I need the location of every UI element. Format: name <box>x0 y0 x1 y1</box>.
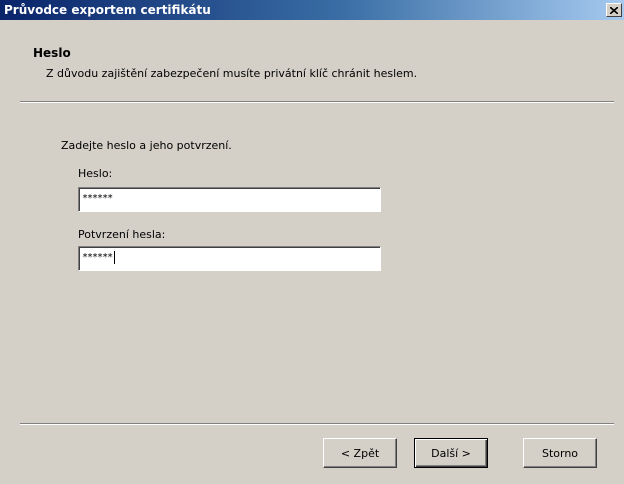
header-divider <box>20 101 614 103</box>
next-button[interactable]: Další > <box>414 438 488 468</box>
confirm-password-text: ****** <box>82 252 113 263</box>
close-icon <box>610 6 618 14</box>
page-subtitle: Z důvodu zajištění zabezpečení musíte pr… <box>46 67 418 80</box>
close-button[interactable] <box>606 3 622 17</box>
footer-divider <box>20 423 614 425</box>
confirm-password-value: ****** <box>82 251 116 264</box>
password-field[interactable]: ****** <box>78 187 381 212</box>
header-panel: Heslo <box>0 20 624 102</box>
back-button[interactable]: < Zpět <box>323 438 397 468</box>
instruction-text: Zadejte heslo a jeho potvrzení. <box>61 139 232 152</box>
cancel-button[interactable]: Storno <box>523 438 597 468</box>
title-bar[interactable]: Průvodce exportem certifikátu <box>0 0 624 20</box>
password-label: Heslo: <box>78 167 113 180</box>
wizard-window: Průvodce exportem certifikátu Heslo Z dů… <box>0 0 624 484</box>
confirm-password-field[interactable]: ****** <box>78 246 381 271</box>
password-value: ****** <box>82 193 113 204</box>
page-title: Heslo <box>33 46 71 60</box>
text-caret <box>114 251 116 264</box>
window-title: Průvodce exportem certifikátu <box>4 3 211 17</box>
confirm-password-label: Potvrzení hesla: <box>78 228 166 241</box>
